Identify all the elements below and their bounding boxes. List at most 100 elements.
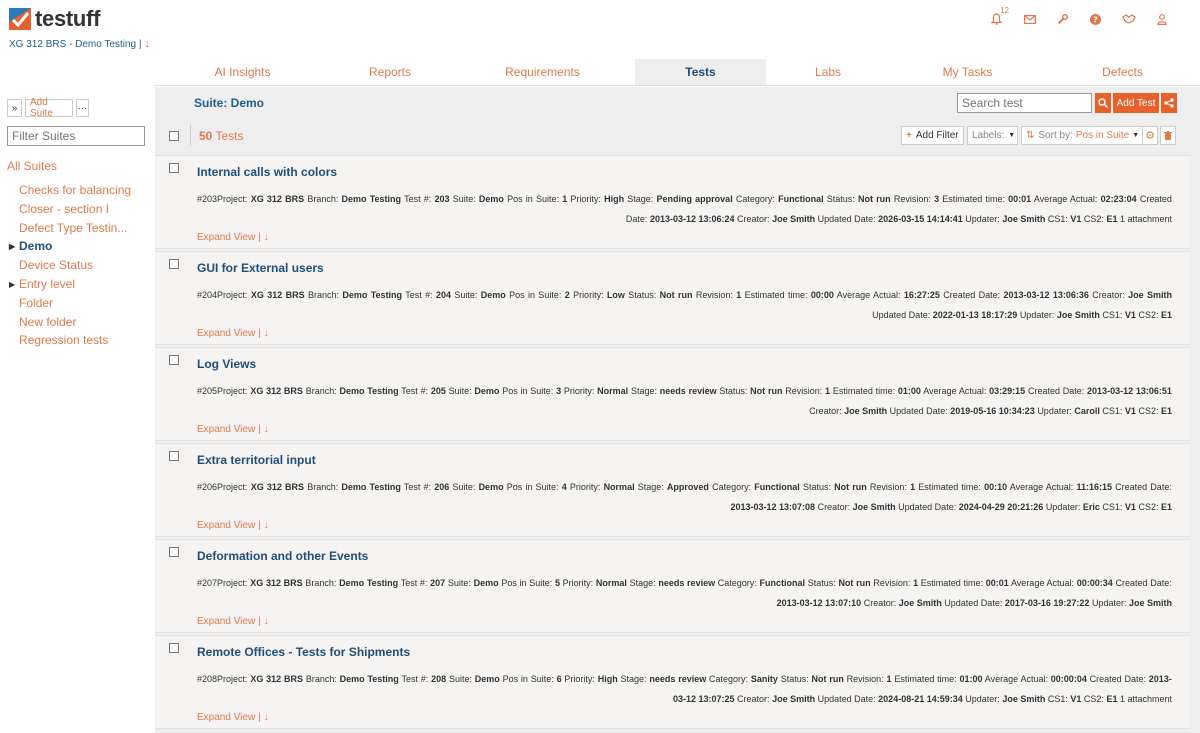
suite-item[interactable]: Checks for balancing <box>9 183 131 202</box>
project-selector[interactable]: XG 312 BRS - Demo Testing | ↓ <box>9 39 149 50</box>
mail-icon[interactable] <box>1013 10 1046 28</box>
test-card[interactable]: Extra territorial input #206 Project: XG … <box>155 443 1190 537</box>
arrow-down-icon: ↓ <box>263 520 269 531</box>
field-value: 00:00 <box>810 290 834 300</box>
attachment-count[interactable]: 1 attachment <box>1120 214 1172 224</box>
suite-item[interactable]: Defect Type Testin... <box>9 221 131 240</box>
tab-tests[interactable]: Tests <box>635 59 766 85</box>
test-title[interactable]: Log Views <box>197 357 256 371</box>
suite-item[interactable]: Device Status <box>9 258 131 277</box>
user-icon[interactable] <box>1145 10 1178 28</box>
test-title[interactable]: Internal calls with colors <box>197 165 337 179</box>
field-key: Suite: <box>454 290 478 300</box>
test-title[interactable]: GUI for External users <box>197 261 324 275</box>
bell-icon[interactable]: 12 <box>980 6 1013 28</box>
more-options-button[interactable]: ··· <box>76 99 89 117</box>
expand-view-link[interactable]: Expand View | ↓ <box>197 520 269 531</box>
handshake-icon[interactable] <box>1112 10 1145 28</box>
attachment-count[interactable]: 1 attachment <box>1120 694 1172 704</box>
project-name[interactable]: XG 312 BRS - Demo Testing | <box>9 39 141 50</box>
suite-item-demo[interactable]: ▶ Demo <box>9 239 131 258</box>
field-key: Revision: <box>695 290 733 300</box>
settings-button[interactable]: ⚙ <box>1142 126 1158 145</box>
svg-text:?: ? <box>1093 15 1098 24</box>
field-key: Stage: <box>637 482 664 492</box>
test-card[interactable]: GUI for External users #204 Project: XG 3… <box>155 251 1190 345</box>
delete-button[interactable] <box>1160 126 1176 145</box>
expand-view-link[interactable]: Expand View | ↓ <box>197 232 269 243</box>
arrow-down-icon: ↓ <box>263 328 269 339</box>
field-value: 02:23:04 <box>1100 194 1137 204</box>
tab-my-tasks[interactable]: My Tasks <box>890 59 1045 85</box>
help-icon[interactable]: ? <box>1079 10 1112 28</box>
field-value: Not run <box>811 674 844 684</box>
labels-label: Labels: <box>972 130 1005 141</box>
test-checkbox[interactable] <box>169 451 179 461</box>
suite-item[interactable]: Closer - section I <box>9 202 131 221</box>
test-count: 50 Tests <box>199 129 244 143</box>
test-title[interactable]: Remote Offices - Tests for Shipments <box>197 645 410 659</box>
test-checkbox[interactable] <box>169 547 179 557</box>
test-card[interactable]: Log Views #205 Project: XG 312 BRS Branch… <box>155 347 1190 441</box>
search-button[interactable] <box>1095 93 1111 113</box>
test-card[interactable]: Remote Offices - Tests for Shipments #208… <box>155 635 1190 729</box>
field-key: Project: <box>217 290 248 300</box>
field-value: Joe Smith <box>772 214 816 224</box>
test-card[interactable]: Deformation and other Events #207 Project… <box>155 539 1190 633</box>
project-arrow-icon[interactable]: ↓ <box>144 39 149 50</box>
wrench-icon[interactable] <box>1046 10 1079 28</box>
expand-view-link[interactable]: Expand View | ↓ <box>197 616 269 627</box>
testuff-logo[interactable]: testuff <box>9 6 100 32</box>
field-key: Updated Date: <box>872 310 931 320</box>
sort-dropdown[interactable]: ⇅ Sort by: Pos in Suite ▼ <box>1021 126 1145 145</box>
field-key: Category: <box>712 482 752 492</box>
expand-triangle-icon[interactable]: ▶ <box>9 242 15 251</box>
expand-view-link[interactable]: Expand View | ↓ <box>197 424 269 435</box>
field-key: Updater: <box>1019 310 1055 320</box>
suite-item[interactable]: Folder <box>9 296 131 315</box>
field-key: Updater: <box>965 214 1000 224</box>
labels-dropdown[interactable]: Labels: ▼ <box>967 126 1018 145</box>
test-id: #204 <box>197 290 218 300</box>
test-checkbox[interactable] <box>169 163 179 173</box>
field-key: Project: <box>217 482 248 492</box>
field-value: 5 <box>554 578 560 588</box>
field-value: 16:27:25 <box>903 290 940 300</box>
test-count-number: 50 <box>199 129 213 143</box>
suite-item[interactable]: Regression tests <box>9 333 131 352</box>
tab-labs[interactable]: Labs <box>766 59 890 85</box>
suite-label: Device Status <box>19 258 94 273</box>
field-key: Updater: <box>1045 502 1081 512</box>
field-key: Average Actual: <box>836 290 901 300</box>
expand-view-link[interactable]: Expand View | ↓ <box>197 328 269 339</box>
all-suites-link[interactable]: All Suites <box>7 159 57 173</box>
test-checkbox[interactable] <box>169 355 179 365</box>
test-checkbox[interactable] <box>169 643 179 653</box>
suite-label: Demo <box>19 239 53 254</box>
field-key: CS1: <box>1102 310 1123 320</box>
test-title[interactable]: Deformation and other Events <box>197 549 368 563</box>
tab-reports[interactable]: Reports <box>330 59 450 85</box>
field-value: 1 <box>913 578 919 588</box>
add-filter-button[interactable]: + Add Filter <box>901 126 964 145</box>
field-value: 207 <box>430 578 446 588</box>
expand-sidebar-button[interactable]: » <box>7 99 22 117</box>
suite-item[interactable]: New folder <box>9 315 131 334</box>
filter-suites-input[interactable] <box>7 126 145 146</box>
expand-triangle-icon[interactable]: ▶ <box>9 280 15 289</box>
tab-ai-insights[interactable]: AI Insights <box>155 59 330 85</box>
tab-requirements[interactable]: Requirements <box>450 59 635 85</box>
search-test-input[interactable] <box>957 93 1092 113</box>
tab-defects[interactable]: Defects <box>1045 59 1200 85</box>
expand-view-link[interactable]: Expand View | ↓ <box>197 712 269 723</box>
add-suite-button[interactable]: Add Suite <box>25 97 73 119</box>
test-title[interactable]: Extra territorial input <box>197 453 316 467</box>
test-card[interactable]: Internal calls with colors #203 Project: … <box>155 155 1190 249</box>
test-checkbox[interactable] <box>169 259 179 269</box>
suite-item-entry-level[interactable]: ▶ Entry level <box>9 277 131 296</box>
test-id: #203 <box>197 194 218 204</box>
add-test-button[interactable]: Add Test <box>1113 93 1159 113</box>
field-key: Project: <box>217 578 248 588</box>
select-all-checkbox[interactable] <box>169 131 179 141</box>
share-button[interactable] <box>1161 93 1177 113</box>
